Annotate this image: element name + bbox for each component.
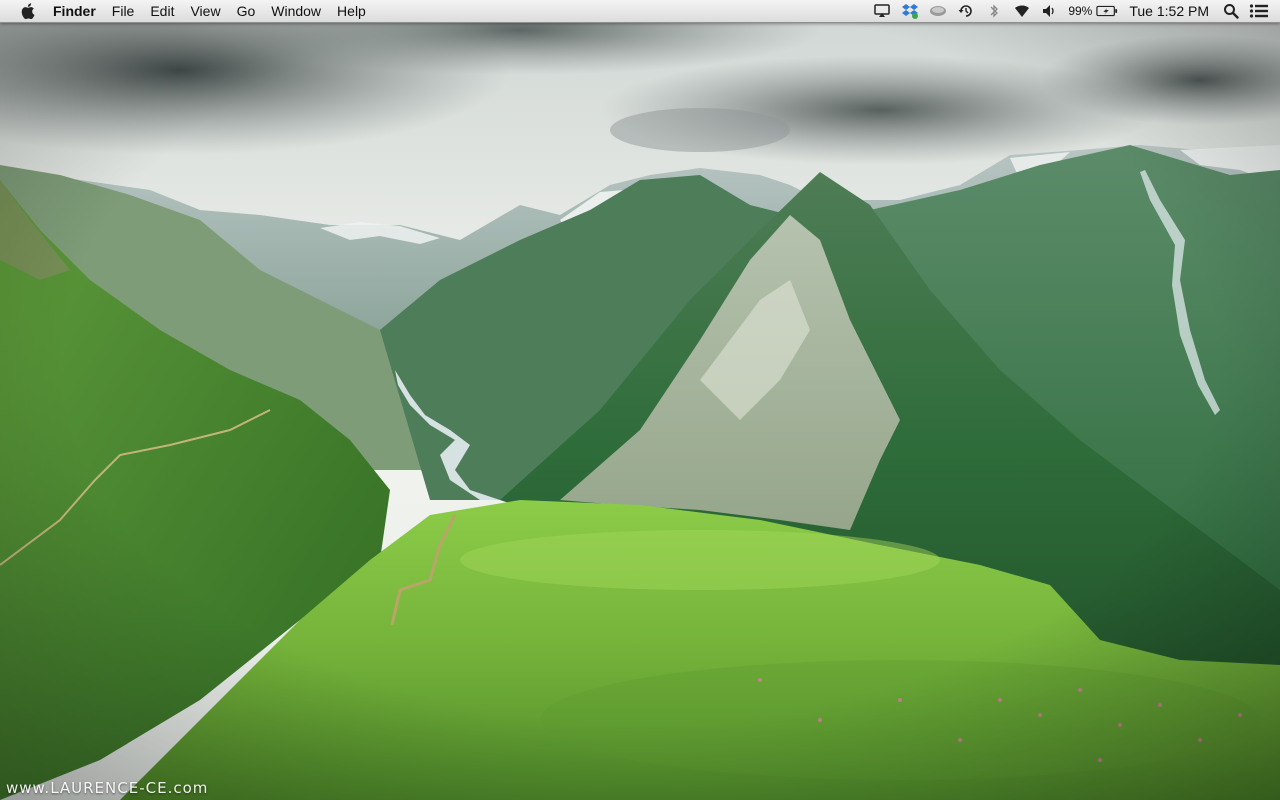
wifi-icon[interactable] — [1011, 0, 1033, 22]
time-machine-icon[interactable] — [955, 0, 977, 22]
bluetooth-icon[interactable] — [983, 0, 1005, 22]
spotlight-search-icon[interactable] — [1220, 0, 1242, 22]
volume-icon[interactable] — [1039, 0, 1061, 22]
wallpaper-watermark: www.LAURENCE-CE.com — [6, 779, 209, 797]
menu-bar: Finder File Edit View Go Window Help 99%… — [0, 0, 1280, 23]
app-menu-finder[interactable]: Finder — [53, 0, 104, 22]
mountain-landscape — [0, 0, 1280, 800]
menu-window[interactable]: Window — [263, 0, 329, 22]
menu-view[interactable]: View — [182, 0, 228, 22]
notification-center-icon[interactable] — [1248, 0, 1270, 22]
menu-go[interactable]: Go — [229, 0, 264, 22]
drive-icon[interactable] — [927, 0, 949, 22]
battery-icon[interactable] — [1096, 0, 1118, 22]
menubar-clock[interactable]: Tue 1:52 PM — [1121, 0, 1217, 22]
menu-edit[interactable]: Edit — [142, 0, 182, 22]
apple-logo-icon[interactable] — [17, 0, 39, 22]
battery-percentage[interactable]: 99% — [1064, 0, 1093, 22]
menu-help[interactable]: Help — [329, 0, 374, 22]
dropbox-icon[interactable] — [899, 0, 921, 22]
airplay-icon[interactable] — [871, 0, 893, 22]
menu-file[interactable]: File — [104, 0, 143, 22]
desktop-wallpaper — [0, 0, 1280, 800]
